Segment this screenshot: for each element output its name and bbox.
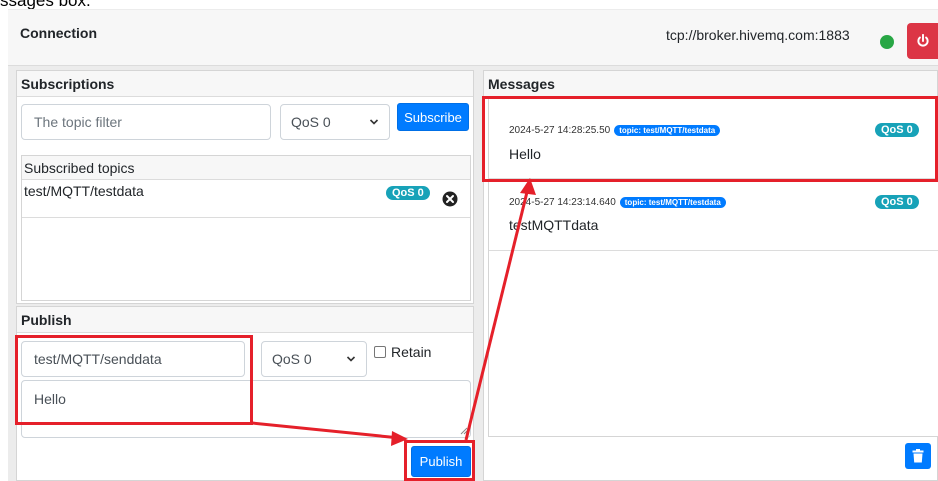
subscribed-topic-row: test/MQTT/testdata QoS 0 — [22, 180, 470, 218]
topic-filter-placeholder: The topic filter — [34, 114, 122, 130]
subscribe-button[interactable]: Subscribe — [397, 103, 469, 131]
subscribe-qos-select[interactable]: QoS 0 — [280, 104, 390, 140]
message-meta: 2024-5-27 14:23:14.640 topic: test/MQTT/… — [509, 197, 726, 208]
subscribe-qos-value: QoS 0 — [291, 114, 331, 130]
connection-status-indicator — [880, 35, 894, 49]
resize-handle-icon[interactable] — [460, 427, 468, 435]
publish-panel: Publish test/MQTT/senddata QoS 0 Retain … — [16, 306, 474, 481]
close-circle-icon[interactable] — [442, 191, 458, 207]
messages-list: 2024-5-27 14:28:25.50 topic: test/MQTT/t… — [488, 98, 938, 437]
message-body: Hello — [509, 146, 541, 162]
message-body: testMQTTdata — [509, 217, 599, 233]
message-qos-badge: QoS 0 — [875, 123, 919, 137]
message-timestamp: 2024-5-27 14:28:25.50 — [509, 125, 611, 136]
subscribe-button-label: Subscribe — [404, 109, 462, 125]
clear-messages-button[interactable] — [905, 443, 931, 469]
subscriptions-panel: Subscriptions The topic filter QoS 0 Sub… — [16, 70, 474, 304]
retain-checkbox[interactable] — [374, 346, 386, 358]
message-topic-badge: topic: test/MQTT/testdata — [614, 125, 721, 136]
broker-url: tcp://broker.hivemq.com:1883 — [666, 27, 850, 43]
trash-icon — [912, 449, 924, 463]
publish-qos-value: QoS 0 — [272, 351, 312, 367]
connection-title: Connection — [20, 25, 97, 41]
messages-panel: Messages 2024-5-27 14:28:25.50 topic: te… — [483, 70, 938, 481]
subscribed-topic-name: test/MQTT/testdata — [24, 183, 144, 199]
topic-filter-input[interactable]: The topic filter — [21, 104, 271, 140]
message-timestamp: 2024-5-27 14:23:14.640 — [509, 197, 616, 208]
publish-message-textarea[interactable]: Hello — [21, 380, 471, 438]
publish-button-label: Publish — [419, 454, 463, 469]
message-item: 2024-5-27 14:28:25.50 topic: test/MQTT/t… — [489, 99, 938, 179]
publish-topic-input[interactable]: test/MQTT/senddata — [21, 341, 245, 377]
subscriptions-title: Subscriptions — [17, 71, 473, 97]
message-topic-badge: topic: test/MQTT/testdata — [619, 197, 726, 208]
power-icon — [916, 34, 929, 47]
message-item: 2024-5-27 14:23:14.640 topic: test/MQTT/… — [489, 179, 938, 251]
retain-label: Retain — [391, 344, 432, 360]
publish-title: Publish — [17, 307, 473, 333]
message-qos-badge: QoS 0 — [875, 195, 919, 209]
retain-option[interactable]: Retain — [374, 344, 431, 360]
publish-topic-value: test/MQTT/senddata — [34, 351, 162, 367]
messages-title: Messages — [484, 71, 937, 97]
chevron-down-icon — [369, 119, 379, 125]
disconnect-button[interactable] — [907, 23, 938, 59]
subscribed-topic-qos-badge: QoS 0 — [386, 186, 430, 200]
publish-qos-select[interactable]: QoS 0 — [261, 341, 367, 377]
chevron-down-icon — [346, 356, 356, 362]
screenshot-root: ssages box. Connection tcp://broker.hive… — [0, 0, 938, 481]
publish-button[interactable]: Publish — [411, 446, 471, 477]
subscribed-topics-header: Subscribed topics — [22, 156, 470, 180]
message-meta: 2024-5-27 14:28:25.50 topic: test/MQTT/t… — [509, 125, 721, 136]
publish-message-value: Hello — [34, 391, 66, 407]
subscribed-topics-list: Subscribed topics test/MQTT/testdata QoS… — [21, 155, 471, 301]
subscribed-topics-title: Subscribed topics — [24, 160, 135, 176]
